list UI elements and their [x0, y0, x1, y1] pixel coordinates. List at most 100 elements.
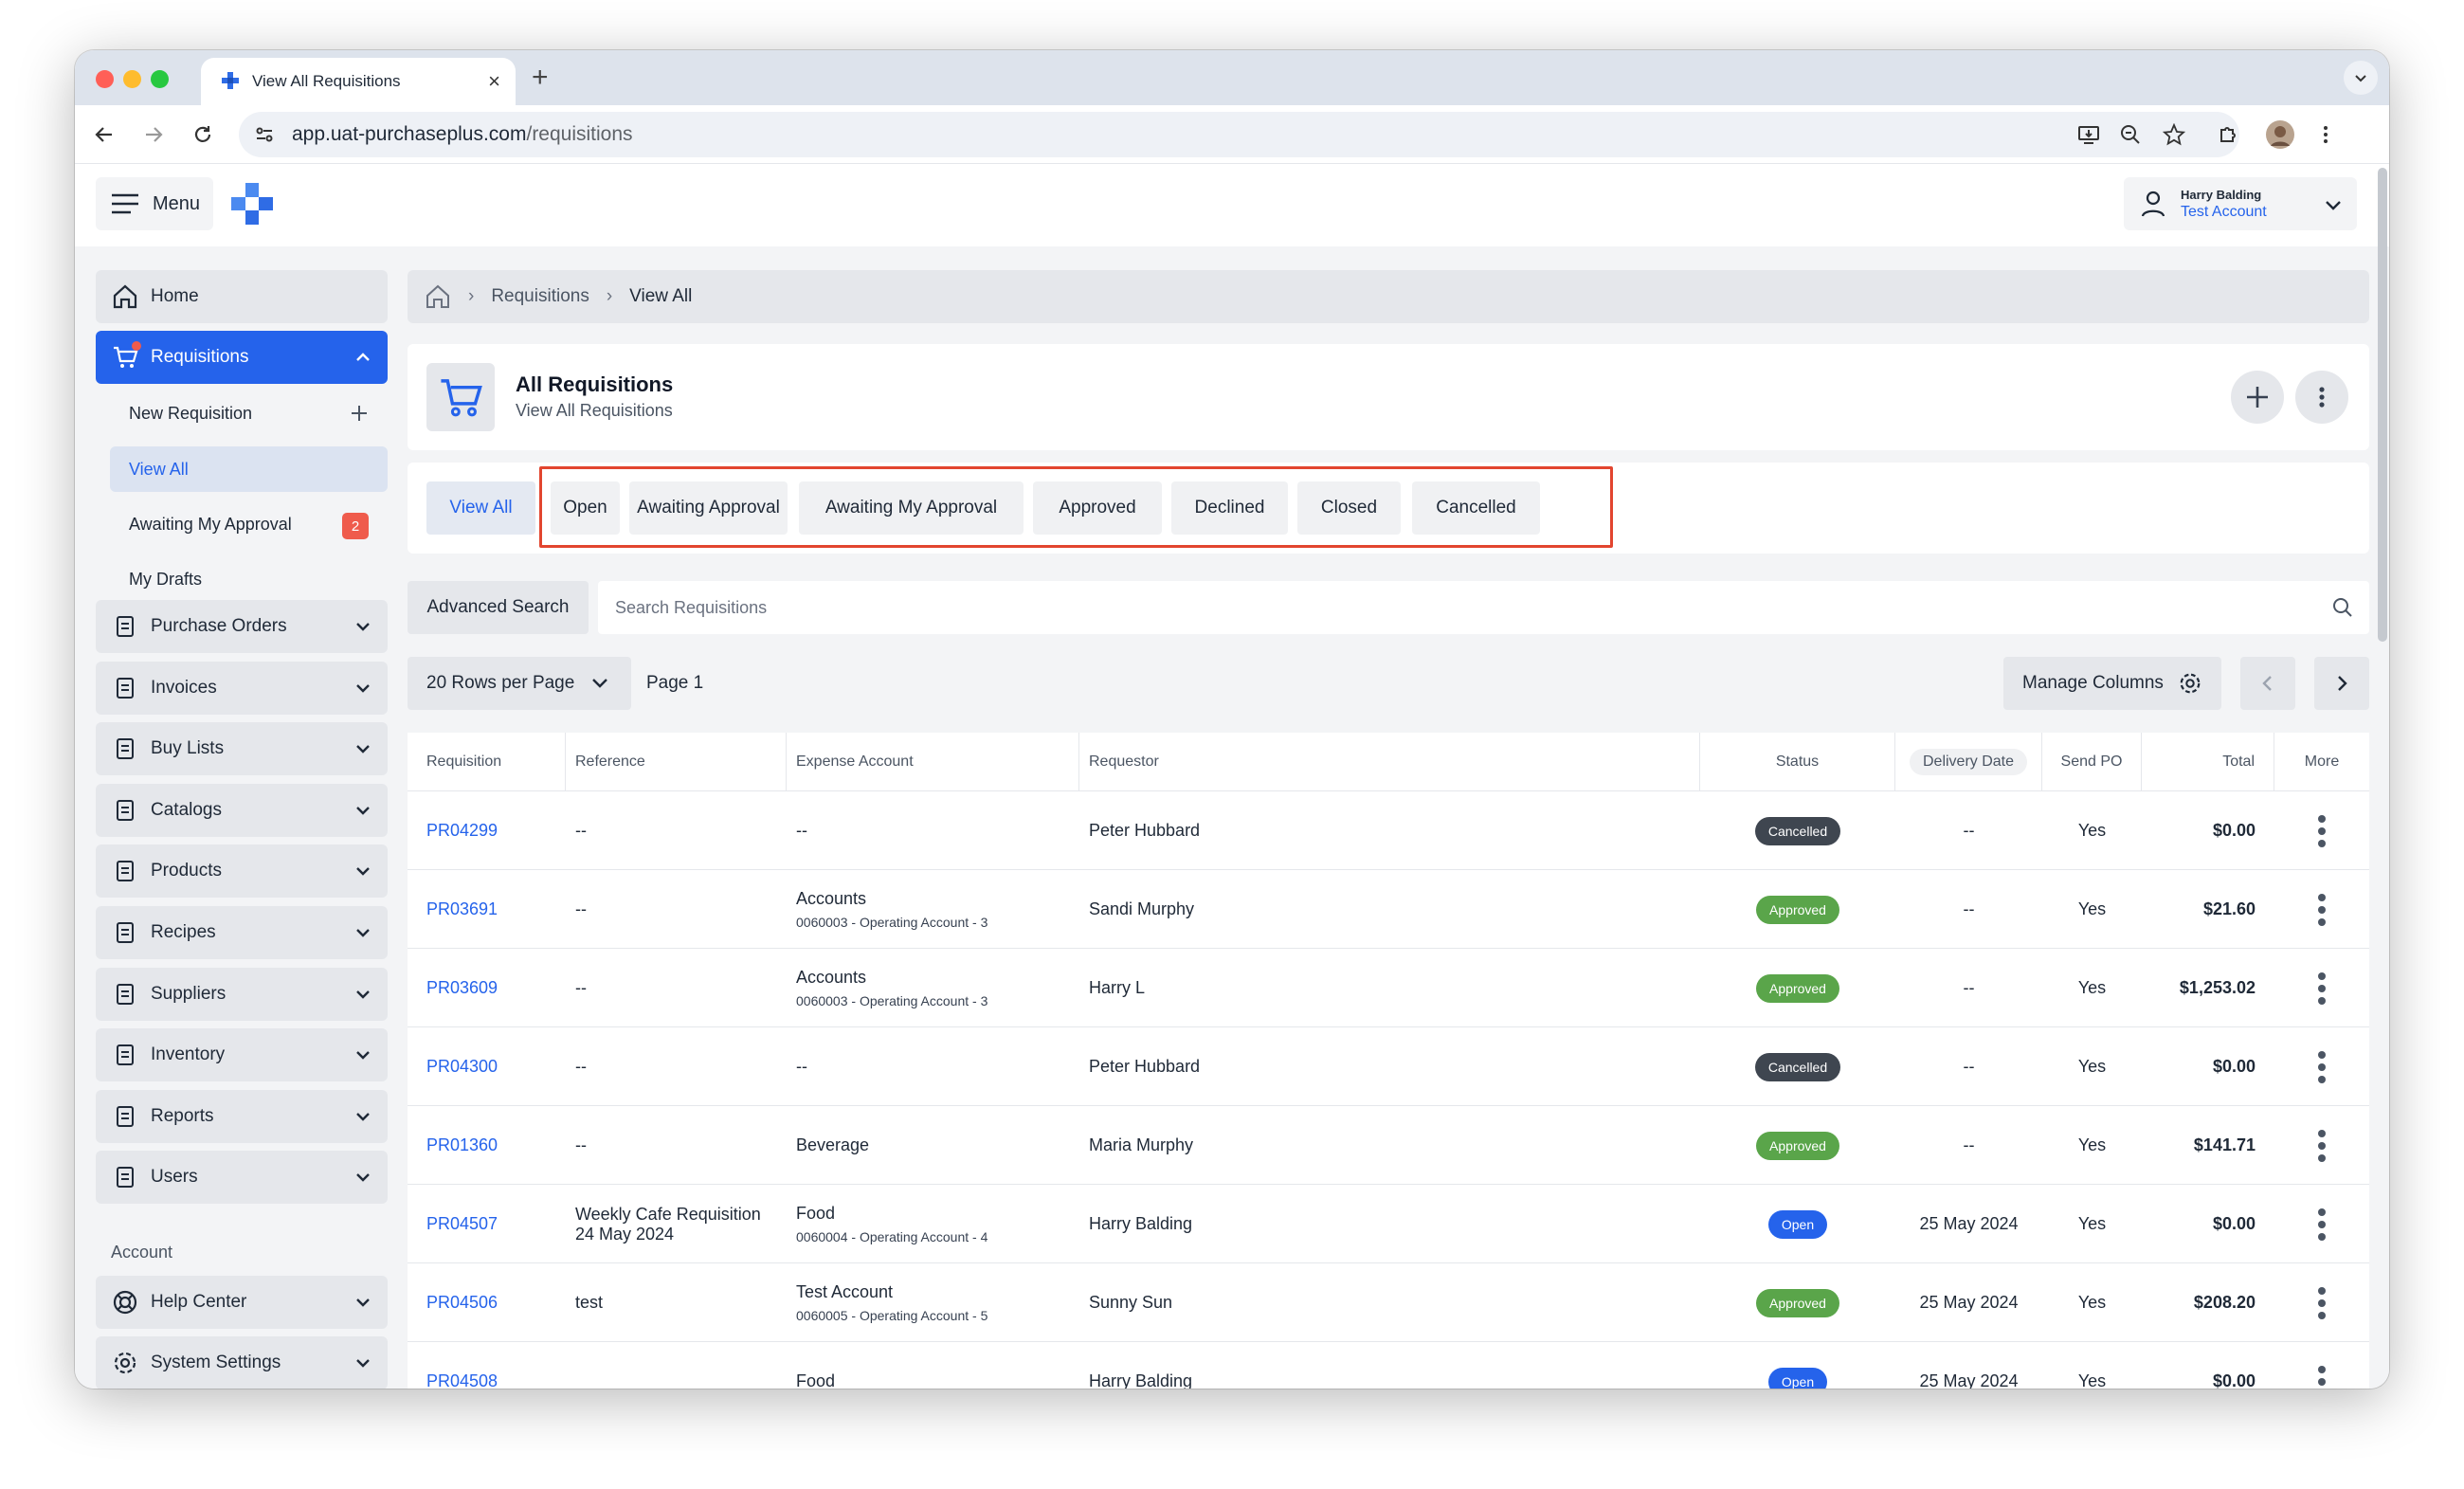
home-icon: [113, 284, 137, 309]
extensions-button[interactable]: [2213, 118, 2245, 151]
column-header-requisition[interactable]: Requisition: [408, 733, 566, 791]
advanced-search-button[interactable]: Advanced Search: [408, 581, 589, 634]
sidebar-item-buy-lists[interactable]: Buy Lists: [96, 722, 388, 776]
requisition-link[interactable]: PR04506: [426, 1293, 498, 1313]
column-header-expense-account[interactable]: Expense Account: [787, 733, 1079, 791]
tab-search-button[interactable]: [2344, 61, 2378, 95]
sidebar-item-invoices[interactable]: Invoices: [96, 661, 388, 715]
more-vertical-icon[interactable]: [2318, 1286, 2326, 1319]
requestor-cell: Harry Balding: [1079, 1185, 1700, 1263]
maximize-window-button[interactable]: [151, 70, 169, 88]
sidebar-sub-my-drafts[interactable]: My Drafts: [110, 556, 388, 602]
sidebar-item-catalogs[interactable]: Catalogs: [96, 783, 388, 837]
tab-close-icon[interactable]: ×: [488, 69, 500, 94]
requisition-link[interactable]: PR04507: [426, 1214, 498, 1234]
expense-account-text: --: [796, 1057, 807, 1076]
forward-button[interactable]: [137, 118, 170, 151]
expense-account-code: 0060005 - Operating Account - 5: [796, 1308, 988, 1323]
column-header-total[interactable]: Total: [2142, 733, 2274, 791]
reload-button[interactable]: [187, 118, 219, 151]
browser-menu-button[interactable]: [2310, 118, 2342, 151]
more-vertical-icon[interactable]: [2318, 893, 2326, 926]
expense-account-cell: Food 0060004 - Operating Account - 4: [787, 1185, 1079, 1263]
column-header-requestor[interactable]: Requestor: [1079, 733, 1700, 791]
filter-view-all[interactable]: View All: [426, 481, 535, 535]
browser-tab[interactable]: View All Requisitions ×: [201, 58, 516, 105]
star-icon: [2163, 123, 2185, 146]
more-vertical-icon[interactable]: [2318, 1129, 2326, 1162]
sidebar-item-system-settings[interactable]: System Settings: [96, 1336, 388, 1389]
sidebar-sub-view-all[interactable]: View All: [110, 446, 388, 492]
requisition-link[interactable]: PR03691: [426, 899, 498, 919]
requisition-link[interactable]: PR03609: [426, 978, 498, 998]
sidebar-sub-new-requisition[interactable]: New Requisition: [110, 390, 388, 436]
previous-page-button[interactable]: [2240, 657, 2295, 710]
requestor-name: Maria Murphy: [1089, 1135, 1194, 1154]
table-row[interactable]: PR04507 Weekly Cafe Requisition 24 May 202…: [408, 1185, 2369, 1263]
install-app-button[interactable]: [2073, 118, 2105, 151]
column-header-delivery-date[interactable]: Delivery Date: [1895, 733, 2042, 791]
bookmark-button[interactable]: [2158, 118, 2190, 151]
requisition-link[interactable]: PR04508: [426, 1371, 498, 1389]
add-requisition-button[interactable]: [2231, 371, 2284, 424]
status-cell: Cancelled: [1700, 791, 1895, 870]
search-input[interactable]: Search Requisitions: [598, 581, 2369, 634]
sidebar-item-purchase-orders[interactable]: Purchase Orders: [96, 600, 388, 653]
sidebar-item-suppliers[interactable]: Suppliers: [96, 967, 388, 1021]
close-window-button[interactable]: [96, 70, 114, 88]
more-vertical-icon[interactable]: [2318, 814, 2326, 847]
plus-icon[interactable]: [350, 404, 369, 423]
home-icon[interactable]: [425, 283, 451, 310]
more-vertical-icon[interactable]: [2318, 1050, 2326, 1083]
more-vertical-icon[interactable]: [2318, 971, 2326, 1005]
chevron-down-icon: [353, 1168, 372, 1187]
sidebar-item-recipes[interactable]: Recipes: [96, 906, 388, 959]
sidebar-item-requisitions[interactable]: Requisitions: [96, 331, 388, 384]
new-tab-button[interactable]: +: [532, 62, 549, 94]
total-cell: $208.20: [2142, 1263, 2274, 1342]
table-row[interactable]: PR01360 -- Beverage Maria Murphy Approved -- Y…: [408, 1106, 2369, 1185]
more-vertical-icon[interactable]: [2318, 1208, 2326, 1241]
zoom-button[interactable]: [2114, 118, 2147, 151]
menu-button[interactable]: Menu: [96, 177, 213, 230]
sidebar-item-products[interactable]: Products: [96, 844, 388, 899]
address-bar[interactable]: app.uat-purchaseplus.com/requisitions: [239, 112, 2239, 157]
search-icon[interactable]: [2331, 596, 2354, 619]
table-row[interactable]: PR04299 -- -- Peter Hubbard Cancelled -- Yes $0…: [408, 791, 2369, 870]
requisition-cell: PR04506: [408, 1263, 566, 1342]
table-row[interactable]: PR04506 test Test Account 0060005 - Operati…: [408, 1263, 2369, 1342]
column-header-status[interactable]: Status: [1700, 733, 1895, 791]
table-row[interactable]: PR04508 Food Harry Balding Open 25 May 2024 Y…: [408, 1342, 2369, 1389]
next-page-button[interactable]: [2314, 657, 2369, 710]
sidebar-item-reports[interactable]: Reports: [96, 1089, 388, 1143]
profile-button[interactable]: [2264, 118, 2296, 151]
status-badge: Open: [1767, 1367, 1828, 1389]
column-header-reference[interactable]: Reference: [566, 733, 787, 791]
requisition-link[interactable]: PR04300: [426, 1057, 498, 1077]
scrollbar[interactable]: [2378, 168, 2387, 642]
count-badge: 2: [342, 513, 369, 539]
sidebar-label: System Settings: [151, 1353, 281, 1372]
column-header-send-po[interactable]: Send PO: [2042, 733, 2142, 791]
logo[interactable]: [229, 181, 275, 227]
table-row[interactable]: PR03609 -- Accounts 0060003 - Operating Acc…: [408, 949, 2369, 1027]
table-row[interactable]: PR04300 -- -- Peter Hubbard Cancelled -- Yes $0…: [408, 1027, 2369, 1106]
sidebar-item-home[interactable]: Home: [96, 270, 388, 323]
column-header-more[interactable]: More: [2274, 733, 2369, 791]
more-options-button[interactable]: [2295, 371, 2348, 424]
highlight-box: [539, 466, 1613, 548]
user-menu[interactable]: Harry Balding Test Account: [2124, 177, 2357, 230]
breadcrumb-requisitions[interactable]: Requisitions: [491, 286, 589, 307]
table-row[interactable]: PR03691 -- Accounts 0060003 - Operating Acc…: [408, 870, 2369, 949]
manage-columns-button[interactable]: Manage Columns: [2003, 657, 2221, 710]
sidebar-item-help-center[interactable]: Help Center: [96, 1276, 388, 1329]
requisition-link[interactable]: PR04299: [426, 821, 498, 841]
rows-per-page-select[interactable]: 20 Rows per Page: [408, 657, 631, 710]
sidebar-item-inventory[interactable]: Inventory: [96, 1028, 388, 1082]
sidebar-item-users[interactable]: Users: [96, 1151, 388, 1205]
back-button[interactable]: [88, 118, 120, 151]
more-vertical-icon[interactable]: [2318, 1365, 2326, 1389]
sidebar-sub-awaiting-approval[interactable]: Awaiting My Approval 2: [110, 501, 388, 547]
minimize-window-button[interactable]: [123, 70, 141, 88]
requisition-link[interactable]: PR01360: [426, 1135, 498, 1155]
